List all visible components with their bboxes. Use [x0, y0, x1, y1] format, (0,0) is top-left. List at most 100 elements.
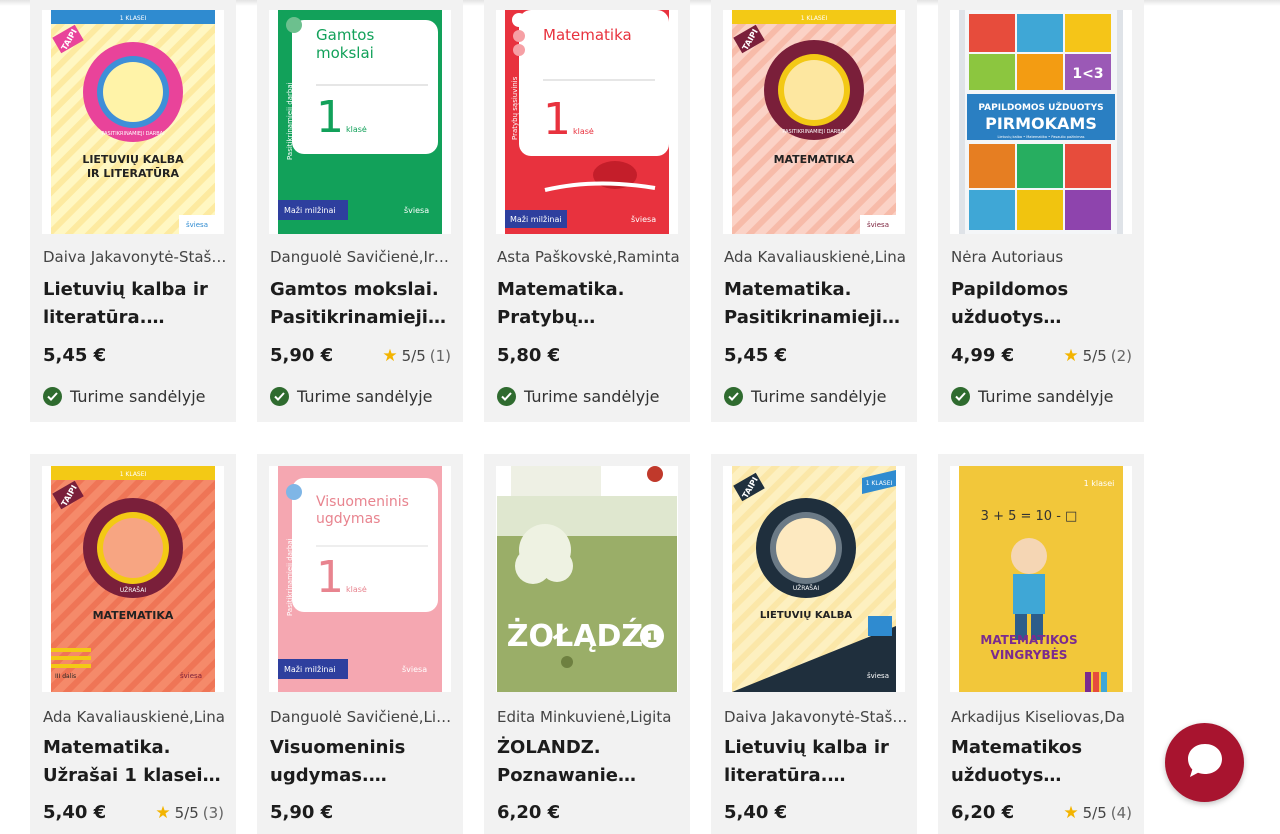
rating: ★ 5/5 (4)	[1063, 804, 1132, 822]
svg-text:1 KLASEI: 1 KLASEI	[120, 15, 147, 22]
stock-status: Turime sandėlyje	[724, 387, 887, 406]
chat-button[interactable]	[1165, 723, 1244, 802]
book-cover[interactable]: TAIPI 1 KLASEI UŽRAŠAI LIETUVIŲ KALBA šv…	[723, 466, 905, 692]
svg-text:PAPILDOMOS UŽDUOTYS: PAPILDOMOS UŽDUOTYS	[978, 101, 1103, 113]
product-card[interactable]: ŻOŁĄDŹ 1 Edita Minkuvienė,Ligita ŻOLANDZ…	[484, 454, 690, 834]
svg-text:MATEMATIKA: MATEMATIKA	[774, 153, 855, 166]
stock-label: Turime sandėlyje	[978, 387, 1114, 406]
svg-text:LIETUVIŲ KALBA: LIETUVIŲ KALBA	[760, 610, 852, 621]
check-icon	[724, 387, 743, 406]
svg-text:šviesa: šviesa	[631, 214, 656, 224]
stock-label: Turime sandėlyje	[524, 387, 660, 406]
svg-text:ugdymas: ugdymas	[316, 511, 380, 527]
book-cover[interactable]: Matematika Pratybų sąsiuvinis 1 klasė Ma…	[496, 10, 678, 234]
product-card[interactable]: Gamtos mokslai Pasitikrinamieji darbai 1…	[257, 0, 463, 422]
check-icon	[497, 387, 516, 406]
product-price: 5,40 €	[724, 802, 788, 823]
check-icon	[951, 387, 970, 406]
svg-text:VINGRYBĖS: VINGRYBĖS	[991, 647, 1068, 662]
product-title[interactable]: Papildomos užduotys pirmokams	[951, 276, 1135, 332]
product-price: 5,45 €	[43, 345, 107, 366]
svg-text:klasė: klasė	[346, 125, 367, 134]
svg-text:MATEMATIKOS: MATEMATIKOS	[980, 633, 1077, 647]
product-card[interactable]: Visuomeninis ugdymas Pasitikrinamieji da…	[257, 454, 463, 834]
check-icon	[43, 387, 62, 406]
svg-text:1<3: 1<3	[1072, 66, 1103, 82]
svg-text:Pasitikrinamieji darbai: Pasitikrinamieji darbai	[286, 538, 294, 616]
svg-text:Lietuvių kalba • Matematika •: Lietuvių kalba • Matematika • Pasaulio p…	[998, 135, 1085, 139]
product-card[interactable]: 1 KLASEI TAIPI PASITIKRINAMIEJI DARBAI M…	[711, 0, 917, 422]
book-cover[interactable]: ŻOŁĄDŹ 1	[496, 466, 678, 692]
product-title[interactable]: Matematika. Užrašai 1 klasei, 3 dalis	[43, 734, 227, 790]
svg-text:Maži milžinai: Maži milžinai	[284, 206, 336, 215]
book-cover[interactable]: 1 klasei 3 + 5 = 10 - □ MATEMATIKOS VING…	[950, 466, 1132, 692]
product-author: Edita Minkuvienė,Ligita	[497, 708, 672, 726]
product-title[interactable]: Lietuvių kalba ir literatūra. Užrašai	[724, 734, 908, 790]
svg-text:klasė: klasė	[573, 127, 594, 136]
product-price: 5,40 €	[43, 802, 107, 823]
svg-text:LIETUVIŲ KALBA: LIETUVIŲ KALBA	[82, 153, 184, 166]
rating-value: 5/5	[174, 804, 199, 822]
svg-text:klasė: klasė	[346, 585, 367, 594]
product-author: Daiva Jakavonytė-Staškuvienė	[43, 248, 227, 266]
svg-text:3 + 5 = 10 - □: 3 + 5 = 10 - □	[981, 509, 1078, 524]
svg-text:1: 1	[316, 552, 344, 603]
svg-text:Matematika: Matematika	[543, 26, 632, 44]
svg-text:1: 1	[543, 94, 571, 145]
svg-text:IR LITERATŪRA: IR LITERATŪRA	[87, 167, 180, 180]
stock-status: Turime sandėlyje	[270, 387, 433, 406]
stock-label: Turime sandėlyje	[297, 387, 433, 406]
svg-text:Pasitikrinamieji darbai: Pasitikrinamieji darbai	[286, 82, 294, 160]
star-icon: ★	[1063, 345, 1079, 366]
product-author: Arkadijus Kiseliovas,Da	[951, 708, 1125, 726]
svg-text:Pratybų sąsiuvinis: Pratybų sąsiuvinis	[511, 76, 519, 140]
product-card[interactable]: TAIPI 1 KLASEI UŽRAŠAI LIETUVIŲ KALBA šv…	[711, 454, 917, 834]
svg-text:šviesa: šviesa	[402, 664, 427, 674]
svg-text:ŻOŁĄDŹ: ŻOŁĄDŹ	[507, 618, 643, 654]
book-cover[interactable]: 1 KLASEI TAIPI PASITIKRINAMIEJI DARBAI M…	[723, 10, 905, 234]
product-author: Danguolė Savičienė,Lina	[270, 708, 454, 726]
product-card[interactable]: 1 KLASEI TAIPI UŽRAŠAI MATEMATIKA III da…	[30, 454, 236, 834]
svg-text:1: 1	[316, 92, 344, 143]
book-cover[interactable]: 1<3 PAPILDOMOS UŽDUOTYS PIRMOKAMS Lietuv…	[950, 10, 1132, 234]
svg-text:1 klasei: 1 klasei	[1084, 479, 1115, 488]
stock-status: Turime sandėlyje	[43, 387, 206, 406]
svg-text:III dalis: III dalis	[55, 673, 76, 680]
stock-label: Turime sandėlyje	[70, 387, 206, 406]
product-price: 6,20 €	[497, 802, 561, 823]
product-title[interactable]: Matematika. Pasitikrinamieji darbai	[724, 276, 908, 332]
product-title[interactable]: Lietuvių kalba ir literatūra. Pasitikrin…	[43, 276, 227, 332]
svg-text:šviesa: šviesa	[186, 221, 208, 229]
rating-count: (1)	[429, 347, 451, 365]
rating-value: 5/5	[1082, 347, 1107, 365]
product-title[interactable]: Gamtos mokslai. Pasitikrinamieji darbai	[270, 276, 454, 332]
svg-text:Maži milžinai: Maži milžinai	[510, 215, 562, 224]
product-author: Ada Kavaliauskienė,Lina	[43, 708, 225, 726]
rating: ★ 5/5 (3)	[155, 804, 224, 822]
product-title[interactable]: Visuomeninis ugdymas. Pasitikrinamieji d…	[270, 734, 454, 790]
product-title[interactable]: Matematika. Pratybų sąsiuvinis	[497, 276, 681, 332]
svg-text:1 KLASEI: 1 KLASEI	[120, 471, 147, 478]
product-price: 4,99 €	[951, 345, 1015, 366]
book-cover[interactable]: 1 KLASEI TAIPI PASITIKRINAMIEJI DARBAI L…	[42, 10, 224, 234]
product-price: 5,45 €	[724, 345, 788, 366]
svg-text:UŽRAŠAI: UŽRAŠAI	[793, 584, 819, 592]
stock-status: Turime sandėlyje	[497, 387, 660, 406]
product-card[interactable]: 1<3 PAPILDOMOS UŽDUOTYS PIRMOKAMS Lietuv…	[938, 0, 1144, 422]
product-card[interactable]: 1 klasei 3 + 5 = 10 - □ MATEMATIKOS VING…	[938, 454, 1144, 834]
product-title[interactable]: Matematikos užduotys gabiems	[951, 734, 1135, 790]
product-card[interactable]: Matematika Pratybų sąsiuvinis 1 klasė Ma…	[484, 0, 690, 422]
chat-bubble-icon	[1184, 741, 1226, 785]
svg-text:Visuomeninis: Visuomeninis	[316, 494, 409, 510]
book-cover[interactable]: Gamtos mokslai Pasitikrinamieji darbai 1…	[269, 10, 451, 234]
product-card[interactable]: 1 KLASEI TAIPI PASITIKRINAMIEJI DARBAI L…	[30, 0, 236, 422]
product-title[interactable]: ŻOLANDZ. Poznawanie świata	[497, 734, 681, 790]
product-author: Daiva Jakavonytė-Staškuvienė	[724, 708, 908, 726]
rating-count: (3)	[202, 804, 224, 822]
book-cover[interactable]: 1 KLASEI TAIPI UŽRAŠAI MATEMATIKA III da…	[42, 466, 224, 692]
svg-text:PIRMOKAMS: PIRMOKAMS	[985, 114, 1097, 133]
svg-text:UŽRAŠAI: UŽRAŠAI	[120, 586, 146, 594]
svg-text:šviesa: šviesa	[867, 221, 889, 229]
svg-text:MATEMATIKA: MATEMATIKA	[93, 609, 174, 622]
book-cover[interactable]: Visuomeninis ugdymas Pasitikrinamieji da…	[269, 466, 451, 692]
